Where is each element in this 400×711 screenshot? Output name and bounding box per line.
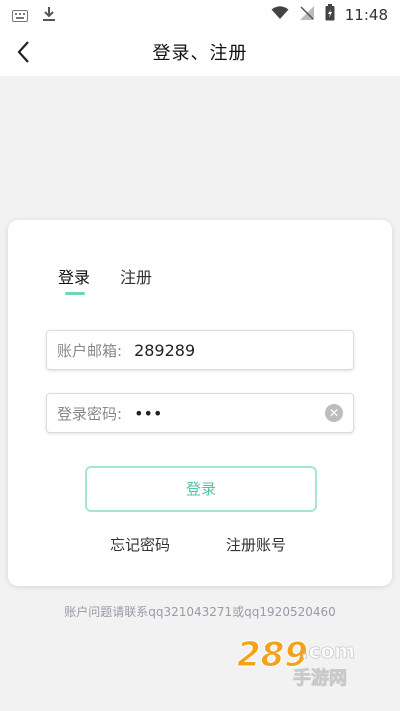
- app-bar: 登录、注册: [0, 28, 400, 76]
- password-field[interactable]: 登录密码: ••• ✕: [46, 393, 354, 433]
- battery-icon: [325, 4, 335, 25]
- email-field[interactable]: 账户邮箱: 289289: [46, 330, 354, 370]
- site-watermark-logo: 289 .com 手游网: [235, 630, 385, 690]
- clock-time: 11:48: [344, 5, 388, 24]
- svg-text:.com: .com: [301, 639, 355, 663]
- download-icon: [42, 6, 56, 26]
- status-bar: 11:48: [0, 0, 400, 28]
- auth-card: 登录 注册 账户邮箱: 289289 登录密码: ••• ✕ 登录 忘记密码 注…: [8, 220, 392, 586]
- active-tab-indicator: [65, 292, 85, 295]
- wifi-icon: [271, 5, 289, 24]
- register-account-link[interactable]: 注册账号: [226, 534, 286, 555]
- forgot-password-link[interactable]: 忘记密码: [110, 534, 170, 555]
- email-label: 账户邮箱:: [57, 341, 123, 360]
- auth-tabs: 登录 注册: [58, 264, 152, 295]
- email-value[interactable]: 289289: [134, 341, 353, 360]
- tab-register-label: 注册: [120, 268, 153, 287]
- password-label: 登录密码:: [57, 404, 123, 423]
- no-signal-icon: [299, 5, 315, 25]
- tab-login-label: 登录: [58, 268, 91, 287]
- page-title: 登录、注册: [152, 43, 248, 64]
- svg-text:手游网: 手游网: [293, 667, 347, 689]
- login-button[interactable]: 登录: [85, 466, 317, 512]
- clear-input-icon[interactable]: ✕: [325, 404, 343, 422]
- tab-register[interactable]: 注册: [120, 264, 152, 288]
- support-contact-text: 账户问题请联系qq321043271或qq1920520460: [64, 605, 336, 619]
- keyboard-icon: [12, 7, 28, 26]
- tab-login[interactable]: 登录: [58, 264, 91, 295]
- password-value[interactable]: •••: [134, 404, 353, 423]
